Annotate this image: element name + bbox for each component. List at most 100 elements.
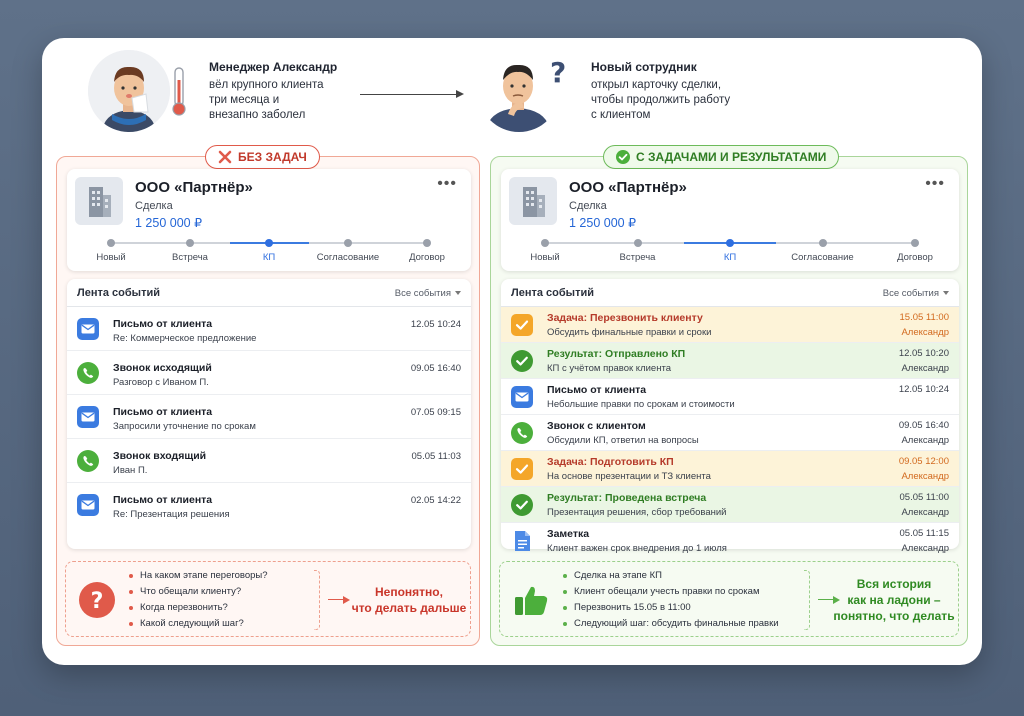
event-date: 12.05 10:20 xyxy=(898,348,949,359)
feed-row-task[interactable]: Задача: Подготовить КП На основе презента… xyxy=(501,451,959,487)
check-circle-icon xyxy=(511,350,533,372)
deal-card[interactable]: ООО «Партнёр» Сделка 1 250 000 ₽ ••• Нов… xyxy=(501,169,959,271)
conclusion-line: как на ладони – xyxy=(847,593,941,607)
stage-label: Новый xyxy=(530,252,560,263)
event-description: Обсудить финальные правки и сроки xyxy=(547,327,712,338)
pipeline-stage[interactable]: Встреча xyxy=(603,239,673,263)
phone-icon xyxy=(511,422,533,444)
summary-item: Какой следующий шаг? xyxy=(128,616,268,632)
event-description: Запросили уточнение по срокам xyxy=(113,421,256,432)
event-date: 15.05 11:00 xyxy=(899,312,949,323)
event-author: Александр xyxy=(901,471,949,482)
event-title: Звонок входящий xyxy=(113,450,207,462)
pipeline-stage[interactable]: Согласование xyxy=(313,239,383,263)
panel-without-tasks: БЕЗ ЗАДАЧ ООО «Партнёр» Сделка 1 250 000… xyxy=(56,145,480,646)
newcomer-description: открыл карточку сделки, чтобы продолжить… xyxy=(591,78,761,123)
feed-filter-dropdown[interactable]: Все события xyxy=(883,288,949,299)
stage-dot xyxy=(423,239,431,247)
feed-row[interactable]: Звонок исходящий Разговор с Иваном П. 09.0… xyxy=(67,351,471,395)
conclusion-line: Непонятно, xyxy=(375,585,443,599)
feed-header: Лента событий Все события xyxy=(67,279,471,307)
feed-row[interactable]: Письмо от клиента Небольшие правки по сро… xyxy=(501,379,959,415)
feed-row-result[interactable]: Результат: Отправлено КП КП с учётом прав… xyxy=(501,343,959,379)
deal-card[interactable]: ООО «Партнёр» Сделка 1 250 000 ₽ ••• Нов… xyxy=(67,169,471,271)
feed-row-task[interactable]: Задача: Перезвонить клиенту Обсудить фина… xyxy=(501,307,959,343)
event-description: Re: Презентация решения xyxy=(113,509,230,520)
task-checkbox-icon xyxy=(511,314,533,336)
chevron-down-icon xyxy=(455,291,461,295)
feed-row[interactable]: Письмо от клиента Re: Коммерческое предло… xyxy=(67,307,471,351)
sick-manager-avatar xyxy=(88,50,170,132)
stage-label: Встреча xyxy=(172,252,208,263)
feed-title: Лента событий xyxy=(77,287,160,299)
event-description: Презентация решения, сбор требований xyxy=(547,507,727,518)
pipeline-stage[interactable]: Договор xyxy=(880,239,950,263)
event-title: Звонок исходящий xyxy=(113,362,212,374)
feed-title: Лента событий xyxy=(511,287,594,299)
manager-description: вёл крупного клиента три месяца и внезап… xyxy=(209,78,379,123)
feed-row[interactable]: Звонок входящий Иван П. 05.05 11:03 xyxy=(67,439,471,483)
stage-label: КП xyxy=(262,252,276,263)
pipeline-stage[interactable]: Договор xyxy=(392,239,462,263)
stage-dot xyxy=(186,239,194,247)
stage-label: Согласование xyxy=(791,252,854,263)
stage-label: Согласование xyxy=(316,252,380,263)
event-description: Иван П. xyxy=(113,465,148,476)
feed-filter-label: Все события xyxy=(394,288,451,299)
pipeline-stages: Новый Встреча КП Согласование Договор xyxy=(81,239,457,265)
thermometer-icon xyxy=(169,66,189,118)
cross-icon xyxy=(218,150,232,164)
stage-dot xyxy=(344,239,352,247)
conclusion-text: Вся история как на ладони – понятно, что… xyxy=(832,576,956,624)
more-menu-icon[interactable]: ••• xyxy=(925,175,945,193)
event-title: Результат: Проведена встреча xyxy=(547,492,707,504)
thumbs-up-icon xyxy=(512,581,550,619)
pipeline-stage[interactable]: КП xyxy=(695,239,765,263)
summary-item: Сделка на этапе КП xyxy=(562,568,779,584)
pipeline-stage[interactable]: Согласование xyxy=(788,239,858,263)
summary-item: Клиент обещали учесть правки по срокам xyxy=(562,584,779,600)
feed-row[interactable]: Письмо от клиента Re: Презентация решения… xyxy=(67,483,471,527)
event-description: На основе презентации и ТЗ клиента xyxy=(547,471,711,482)
task-checkbox-icon xyxy=(511,458,533,480)
more-menu-icon[interactable]: ••• xyxy=(437,175,457,193)
pipeline-stage[interactable]: Новый xyxy=(510,239,580,263)
event-title: Письмо от клиента xyxy=(113,494,213,506)
event-title: Заметка xyxy=(547,528,590,540)
event-description: Небольшие правки по срокам и стоимости xyxy=(547,399,735,410)
pipeline-stage[interactable]: КП xyxy=(234,239,304,263)
infographic-card: Менеджер Александр вёл крупного клиента … xyxy=(42,38,982,665)
summary-item: Когда перезвонить? xyxy=(128,600,268,616)
stage-dot xyxy=(107,239,115,247)
feed-row[interactable]: Письмо от клиента Запросили уточнение по … xyxy=(67,395,471,439)
pipeline-stage[interactable]: Встреча xyxy=(155,239,225,263)
event-date: 09.05 12:00 xyxy=(898,456,949,467)
stage-dot xyxy=(265,239,273,247)
panel-with-tasks: С ЗАДАЧАМИ И РЕЗУЛЬТАТАМИ ООО «Партнёр» … xyxy=(490,145,968,646)
event-title: Задача: Перезвонить клиенту xyxy=(547,312,703,324)
summary-item: На каком этапе переговоры? xyxy=(128,568,268,584)
feed-row[interactable]: Заметка Клиент важен срок внедрения до 1 … xyxy=(501,523,959,559)
event-title: Письмо от клиента xyxy=(113,318,213,330)
deal-name: ООО «Партнёр» xyxy=(569,179,687,196)
deal-amount: 1 250 000 ₽ xyxy=(569,216,637,230)
arrow-right-icon xyxy=(328,595,350,604)
mail-icon xyxy=(77,318,99,340)
feed-rows: Письмо от клиента Re: Коммерческое предло… xyxy=(67,307,471,527)
event-author: Александр xyxy=(901,363,949,374)
event-date: 07.05 09:15 xyxy=(410,407,461,418)
event-author: Александр xyxy=(901,435,949,446)
event-date: 05.05 11:03 xyxy=(411,451,461,462)
building-icon xyxy=(75,177,123,225)
pipeline-stages: Новый Встреча КП Согласование Договор xyxy=(515,239,945,265)
mail-icon xyxy=(77,406,99,428)
feed-filter-dropdown[interactable]: Все события xyxy=(395,288,461,299)
event-date: 12.05 10:24 xyxy=(410,319,461,330)
newcomer-line: чтобы продолжить работу xyxy=(591,94,731,106)
new-employee-avatar xyxy=(478,50,560,132)
badge-with-tasks: С ЗАДАЧАМИ И РЕЗУЛЬТАТАМИ xyxy=(603,145,840,169)
pipeline-stage[interactable]: Новый xyxy=(76,239,146,263)
feed-row-result[interactable]: Результат: Проведена встреча Презентация … xyxy=(501,487,959,523)
feed-row[interactable]: Звонок с клиентом Обсудили КП, ответил на… xyxy=(501,415,959,451)
conclusion-line: Вся история xyxy=(856,577,932,591)
